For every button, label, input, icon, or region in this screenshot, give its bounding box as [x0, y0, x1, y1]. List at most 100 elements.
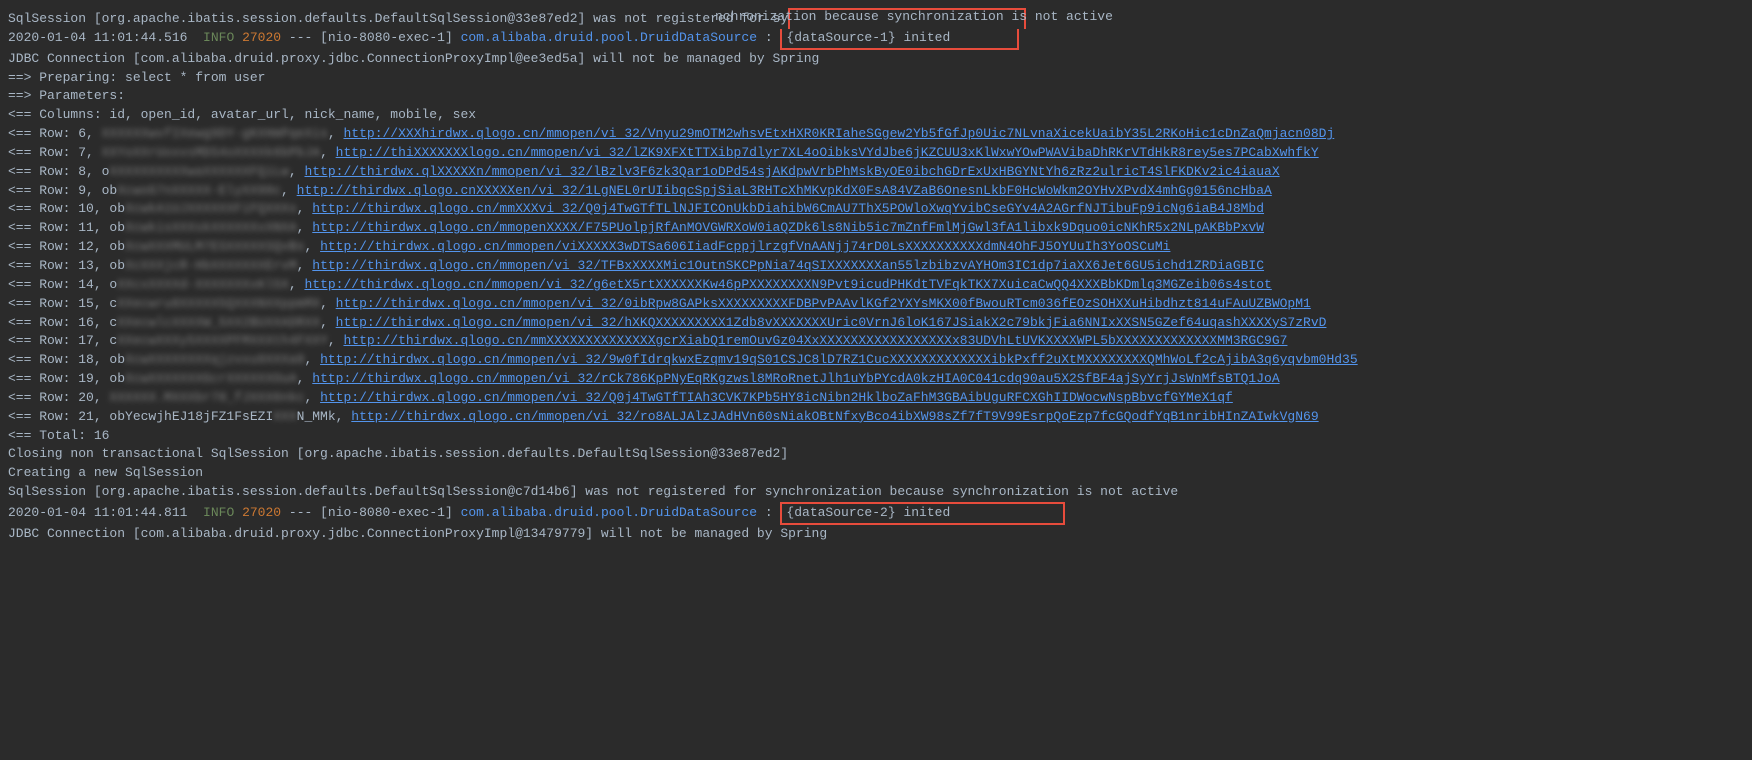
- row-sep: ,: [328, 333, 344, 348]
- table-row: <== Row: 20, XXXXXX.MXXXbr70_fJXXX6nkc, …: [8, 389, 1744, 408]
- pid: 27020: [242, 505, 281, 520]
- row-sep: ,: [297, 220, 313, 235]
- table-row: <== Row: 21, obYecwjhEJ18jFZ1FsEZIXXXN_M…: [8, 408, 1744, 427]
- row-sep: ,: [289, 164, 305, 179]
- avatar-url-link[interactable]: http://thirdwx.qlXXXXXn/mmopen/vi_32/lBz…: [304, 164, 1279, 179]
- table-row: <== Row: 16, cXXecwlcXXXXW_5XX2BUXXADRXX…: [8, 314, 1744, 333]
- log-text-cont: nchronization because synchronization is…: [715, 8, 1113, 27]
- log-line: 2020-01-04 11:01:44.811 INFO 27020 --- […: [8, 502, 1744, 525]
- redacted-text: XcwkisXXXskXXXXXXxXNXA: [125, 220, 297, 235]
- row-sep: ,: [336, 409, 352, 424]
- timestamp: 2020-01-04 11:01:44.811: [8, 505, 187, 520]
- redacted-text: XXecwru8XXXXX5QXXXNXXppmMX: [117, 296, 320, 311]
- row-sep: ,: [297, 258, 313, 273]
- row-prefix: <== Row: 19, ob: [8, 371, 125, 386]
- row-sep: ,: [328, 126, 344, 141]
- table-row: <== Row: 10, obXcwkA1UJXXXXXXFiFQXXXs, h…: [8, 200, 1744, 219]
- redacted-text: XXXXXXwvfIXewg9DY-gKXHmPqeXis: [102, 126, 328, 141]
- row-prefix: <== Row: 7,: [8, 145, 102, 160]
- row-prefix: <== Row: 17, c: [8, 333, 117, 348]
- row-prefix: <== Row: 9, ob: [8, 183, 117, 198]
- timestamp: 2020-01-04 11:01:44.516: [8, 30, 187, 45]
- redacted-text: XXXXXX.MXXXbr70_fJXXX6nkc: [109, 390, 304, 405]
- redacted-text: XcwoG7nXXXXX-ElyXX90c: [117, 183, 281, 198]
- row-sep: ,: [304, 390, 320, 405]
- colon: :: [757, 505, 780, 520]
- row-sep: ,: [320, 315, 336, 330]
- redacted-text: XXXXXXXXXXwaXXXXXXFQiLw: [109, 164, 288, 179]
- log-text: SqlSession [org.apache.ibatis.session.de…: [8, 11, 788, 26]
- row-mid: N_MMk: [297, 409, 336, 424]
- row-prefix: <== Row: 15, c: [8, 296, 117, 311]
- table-row: <== Row: 13, obXcXXXjcR-HbXXXXXXXErvM, h…: [8, 257, 1744, 276]
- table-row: <== Row: 17, cXXecwXXXy5XXXXPFMXXXth4FXX…: [8, 332, 1744, 351]
- pid: 27020: [242, 30, 281, 45]
- row-prefix: <== Row: 6,: [8, 126, 102, 141]
- avatar-url-link[interactable]: http://thirdwx.qlogo.cn/mmopen/vi_32/TFB…: [312, 258, 1264, 273]
- row-prefix: <== Row: 20,: [8, 390, 109, 405]
- highlight-box-2: {dataSource-2} inited: [780, 502, 1065, 525]
- row-prefix: <== Row: 21, obYecwjhEJ18jFZ1FsEZI: [8, 409, 273, 424]
- avatar-url-link[interactable]: http://thirdwx.qlogo.cn/mmopenXXXX/F75PU…: [312, 220, 1264, 235]
- redacted-text: XcXXXjcR-HbXXXXXXXErvM: [125, 258, 297, 273]
- avatar-url-link[interactable]: http://thirdwx.qlogo.cn/mmXXXXXXXXXXXXXX…: [343, 333, 1287, 348]
- log-level: INFO: [203, 30, 234, 45]
- logger-name: com.alibaba.druid.pool.DruidDataSource: [461, 505, 757, 520]
- log-line: JDBC Connection [com.alibaba.druid.proxy…: [8, 525, 1744, 544]
- row-prefix: <== Row: 11, ob: [8, 220, 125, 235]
- redacted-text: XcwkA1UJXXXXXXFiFQXXXs: [125, 201, 297, 216]
- avatar-url-link[interactable]: http://thirdwx.qlogo.cn/mmopen/vi_32/g6e…: [304, 277, 1271, 292]
- highlight-box-1: {dataSource-1} inited: [780, 29, 1018, 50]
- log-line: Closing non transactional SqlSession [or…: [8, 445, 1744, 464]
- row-sep: ,: [289, 277, 305, 292]
- redacted-text: XcwXXXXXXXXqjzvxu9XXXa8: [125, 352, 304, 367]
- avatar-url-link[interactable]: http://thirdwx.qlogo.cn/mmopen/vi_32/Q0j…: [320, 390, 1233, 405]
- row-sep: ,: [320, 145, 336, 160]
- log-line: ==> Preparing: select * from user: [8, 69, 1744, 88]
- avatar-url-link[interactable]: http://thirdwx.qlogo.cn/mmopen/vi_32/ro8…: [351, 409, 1318, 424]
- log-line: JDBC Connection [com.alibaba.druid.proxy…: [8, 50, 1744, 69]
- avatar-url-link[interactable]: http://thirdwx.qlogo.cn/mmopen/vi_32/9w0…: [320, 352, 1358, 367]
- table-row: <== Row: 6, XXXXXXwvfIXewg9DY-gKXHmPqeXi…: [8, 125, 1744, 144]
- table-row: <== Row: 12, obXcwXXXMULM7ESXXXXXSQvBs, …: [8, 238, 1744, 257]
- redacted-text: XcwXXXXXXXGcrXXXXXXOuA: [125, 371, 297, 386]
- sep: ---: [289, 505, 312, 520]
- table-row: <== Row: 8, oXXXXXXXXXXwaXXXXXXFQiLw, ht…: [8, 163, 1744, 182]
- avatar-url-link[interactable]: http://thirdwx.qlogo.cnXXXXXen/vi_32/1Lg…: [297, 183, 1272, 198]
- avatar-url-link[interactable]: http://thirdwx.qlogo.cn/mmopen/vi_32/rCk…: [312, 371, 1279, 386]
- avatar-url-link[interactable]: http://thiXXXXXXXlogo.cn/mmopen/vi_32/lZ…: [336, 145, 1319, 160]
- table-row: <== Row: 14, oXXcxXXXXd-XXXXXXXxKl5X, ht…: [8, 276, 1744, 295]
- row-prefix: <== Row: 14, o: [8, 277, 117, 292]
- avatar-url-link[interactable]: http://thirdwx.qlogo.cn/mmopen/vi_32/hXK…: [336, 315, 1327, 330]
- redacted-text: XXYoXXrUoxvsMDS4oXXXXk6bPbJA: [102, 145, 320, 160]
- avatar-url-link[interactable]: http://thirdwx.qlogo.cn/mmopen/viXXXXX3w…: [320, 239, 1170, 254]
- avatar-url-link[interactable]: http://thirdwx.qlogo.cn/mmXXXvi_32/Q0j4T…: [312, 201, 1264, 216]
- table-row: <== Row: 7, XXYoXXrUoxvsMDS4oXXXXk6bPbJA…: [8, 144, 1744, 163]
- row-sep: ,: [297, 371, 313, 386]
- row-prefix: <== Row: 12, ob: [8, 239, 125, 254]
- row-prefix: <== Row: 16, c: [8, 315, 117, 330]
- row-prefix: <== Row: 10, ob: [8, 201, 125, 216]
- table-row: <== Row: 19, obXcwXXXXXXXGcrXXXXXXOuA, h…: [8, 370, 1744, 389]
- table-row: <== Row: 9, obXcwoG7nXXXXX-ElyXX90c, htt…: [8, 182, 1744, 201]
- thread: [nio-8080-exec-1]: [320, 505, 453, 520]
- redacted-text: XXX: [273, 409, 296, 424]
- log-line: ==> Parameters:: [8, 87, 1744, 106]
- logger-name: com.alibaba.druid.pool.DruidDataSource: [461, 30, 757, 45]
- log-line: 2020-01-04 11:01:44.516 INFO 27020 --- […: [8, 29, 1744, 50]
- table-row: <== Row: 11, obXcwkisXXXskXXXXXXxXNXA, h…: [8, 219, 1744, 238]
- log-level: INFO: [203, 505, 234, 520]
- redacted-text: XXecwXXXy5XXXXPFMXXXth4FXXY: [117, 333, 328, 348]
- row-sep: ,: [320, 296, 336, 311]
- log-line: <== Columns: id, open_id, avatar_url, ni…: [8, 106, 1744, 125]
- log-line: SqlSession [org.apache.ibatis.session.de…: [8, 8, 1744, 29]
- log-msg: {dataSource-1} inited: [786, 30, 950, 45]
- avatar-url-link[interactable]: http://XXXhirdwx.qlogo.cn/mmopen/vi_32/V…: [343, 126, 1334, 141]
- avatar-url-link[interactable]: http://thirdwx.qlogo.cn/mmopen/vi_32/0ib…: [336, 296, 1311, 311]
- row-prefix: <== Row: 18, ob: [8, 352, 125, 367]
- redacted-text: XcwXXXMULM7ESXXXXXSQvBs: [125, 239, 304, 254]
- row-prefix: <== Row: 13, ob: [8, 258, 125, 273]
- row-sep: ,: [304, 352, 320, 367]
- thread: [nio-8080-exec-1]: [320, 30, 453, 45]
- log-line: SqlSession [org.apache.ibatis.session.de…: [8, 483, 1744, 502]
